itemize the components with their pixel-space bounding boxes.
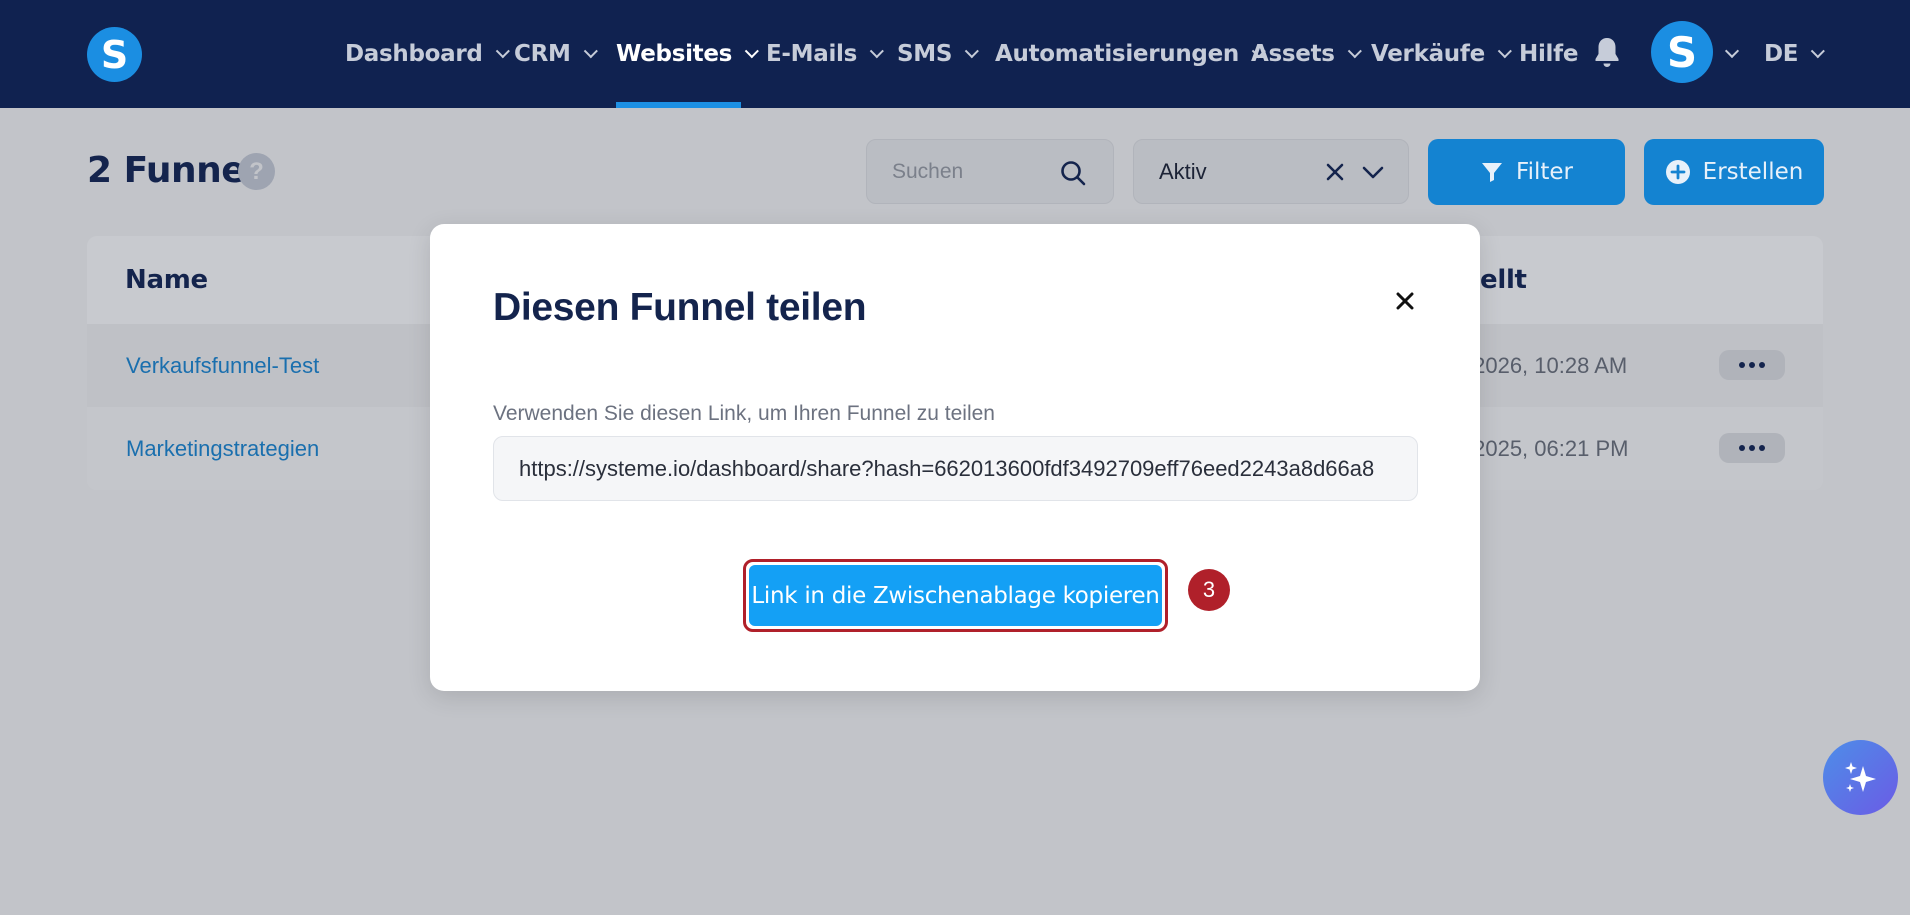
chevron-down-icon	[1347, 44, 1362, 59]
nav-item-automations[interactable]: Automatisierungen	[995, 0, 1266, 108]
nav-item-dashboard[interactable]: Dashboard	[345, 0, 510, 108]
help-icon[interactable]: ?	[238, 153, 275, 190]
share-funnel-modal: Diesen Funnel teilen Verwenden Sie diese…	[430, 224, 1480, 691]
share-link-label: Verwenden Sie diesen Link, um Ihren Funn…	[493, 402, 995, 425]
plus-circle-icon	[1665, 160, 1690, 184]
chevron-down-icon	[869, 44, 884, 59]
language-label: DE	[1764, 41, 1799, 67]
top-navbar: S Dashboard CRM Websites E-Mails SMS Aut…	[0, 0, 1910, 108]
nav-label: Assets	[1251, 41, 1335, 67]
funnel-created-date: /2026, 10:28 AM	[1467, 352, 1628, 378]
create-button[interactable]: Erstellen	[1644, 139, 1824, 205]
language-switcher[interactable]: DE	[1764, 0, 1826, 108]
nav-item-assets[interactable]: Assets	[1251, 0, 1362, 108]
nav-label: Websites	[616, 41, 733, 67]
chevron-down-icon[interactable]	[1361, 163, 1385, 181]
nav-label: E-Mails	[766, 41, 858, 67]
copy-link-button[interactable]: Link in die Zwischenablage kopieren	[749, 565, 1162, 626]
chevron-down-icon	[1810, 44, 1826, 59]
filter-button[interactable]: Filter	[1428, 139, 1625, 205]
status-select[interactable]: Aktiv	[1133, 139, 1409, 204]
clear-icon[interactable]	[1326, 163, 1344, 181]
nav-item-sms[interactable]: SMS	[897, 0, 980, 108]
status-select-value: Aktiv	[1159, 158, 1207, 184]
filter-icon	[1482, 163, 1503, 182]
funnel-name-link[interactable]: Verkaufsfunnel-Test	[126, 324, 319, 407]
nav-label: CRM	[514, 41, 571, 67]
app-logo[interactable]: S	[87, 27, 142, 82]
step-number-badge: 3	[1188, 569, 1230, 611]
nav-label: Hilfe	[1519, 41, 1579, 67]
active-nav-indicator	[616, 102, 741, 108]
nav-item-help[interactable]: Hilfe	[1519, 0, 1578, 108]
nav-item-sales[interactable]: Verkäufe	[1371, 0, 1512, 108]
sparkles-icon	[1844, 761, 1876, 792]
nav-label: Automatisierungen	[995, 41, 1239, 67]
nav-label: Dashboard	[345, 41, 483, 67]
nav-item-emails[interactable]: E-Mails	[766, 0, 884, 108]
chevron-down-icon	[495, 44, 510, 59]
chevron-down-icon	[1497, 44, 1512, 59]
close-icon[interactable]	[1390, 286, 1420, 316]
more-actions-icon[interactable]	[1719, 350, 1785, 380]
ai-assistant-button[interactable]	[1823, 740, 1898, 815]
modal-title: Diesen Funnel teilen	[493, 286, 867, 329]
column-header-created[interactable]: ellt	[1480, 236, 1527, 324]
copy-button-highlight: Link in die Zwischenablage kopieren	[743, 559, 1168, 632]
funnel-name-link[interactable]: Marketingstrategien	[126, 407, 319, 490]
chevron-down-icon	[583, 44, 598, 59]
search-box[interactable]	[866, 139, 1114, 204]
filter-button-label: Filter	[1516, 159, 1573, 185]
nav-item-websites[interactable]: Websites	[616, 0, 759, 108]
more-actions-icon[interactable]	[1719, 433, 1785, 463]
share-link-field[interactable]	[493, 436, 1418, 501]
nav-label: Verkäufe	[1371, 41, 1485, 67]
share-link-input[interactable]	[494, 437, 1417, 500]
user-avatar[interactable]: S	[1651, 21, 1713, 83]
bell-icon[interactable]	[1594, 36, 1620, 68]
nav-label: SMS	[897, 41, 953, 67]
nav-item-crm[interactable]: CRM	[514, 0, 598, 108]
column-header-name[interactable]: Name	[125, 236, 208, 324]
page-title: 2 Funnel	[87, 150, 258, 191]
chevron-down-icon	[964, 44, 980, 59]
search-icon[interactable]	[1059, 159, 1087, 187]
chevron-down-icon	[744, 44, 759, 59]
search-input[interactable]	[867, 140, 1057, 203]
avatar-chevron-down-icon[interactable]	[1724, 43, 1740, 59]
create-button-label: Erstellen	[1702, 159, 1804, 185]
funnel-created-date: /2025, 06:21 PM	[1467, 435, 1629, 461]
